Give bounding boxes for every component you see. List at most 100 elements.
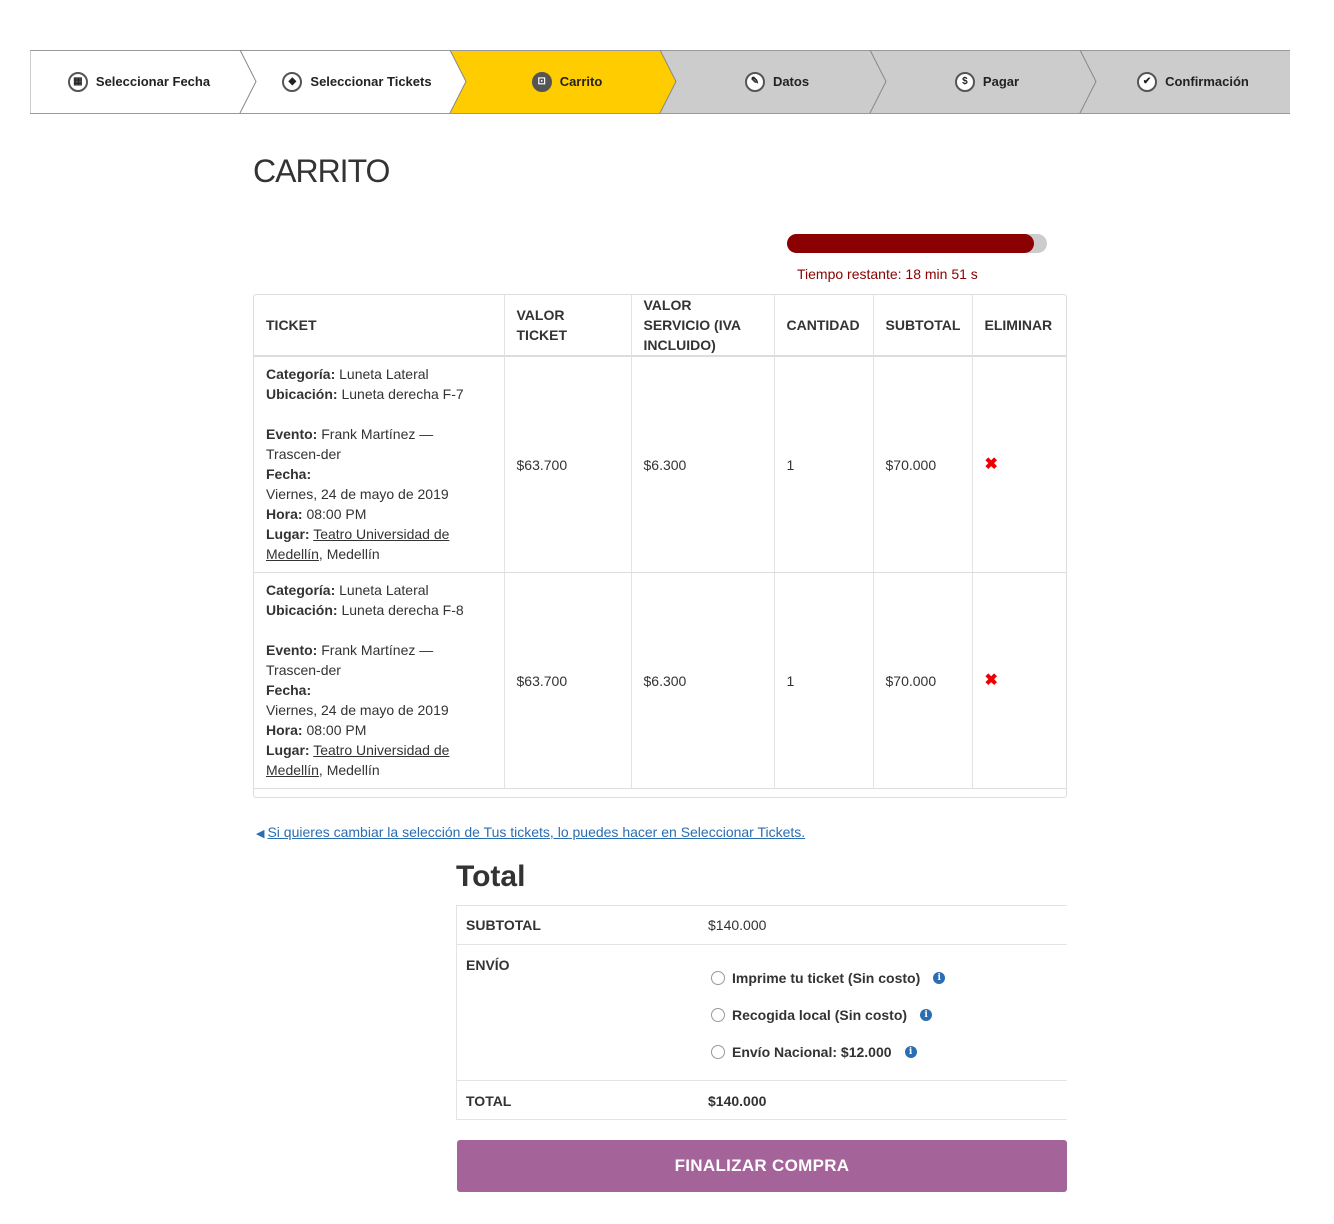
- shipping-radio-pickup[interactable]: [711, 1008, 725, 1022]
- shipping-option-national[interactable]: Envío Nacional: $12.000 i: [711, 1044, 917, 1060]
- step-label[interactable]: Seleccionar Fecha: [96, 74, 210, 89]
- field-value: 08:00 PM: [306, 722, 367, 738]
- timer-progress-fill: [787, 234, 1034, 253]
- field-label: Evento:: [266, 426, 318, 442]
- shipping-label: ENVÍO: [466, 957, 510, 973]
- step-label: Carrito: [559, 74, 603, 89]
- field-value: Luneta derecha F-8: [341, 602, 464, 618]
- dollar-icon: $: [954, 71, 975, 92]
- subtotal-row: SUBTOTAL $140.000: [457, 905, 1067, 944]
- change-tickets-link[interactable]: ◀ Si quieres cambiar la selección de Tus …: [256, 824, 805, 840]
- info-icon[interactable]: i: [920, 1009, 933, 1021]
- shipping-option-print[interactable]: Imprime tu ticket (Sin costo) i: [711, 970, 946, 986]
- shipping-option-label[interactable]: Recogida local (Sin costo): [732, 1007, 907, 1023]
- tags-icon: ◆: [282, 71, 303, 92]
- remove-icon[interactable]: ✖: [985, 456, 998, 473]
- ticket-details: Categoría: Luneta Lateral Ubicación: Lun…: [254, 572, 505, 789]
- header-subtotal: SUBTOTAL: [873, 295, 973, 357]
- subtotal-cell: $70.000: [873, 356, 973, 573]
- field-value: 08:00 PM: [306, 506, 367, 522]
- cart-table-container: TICKET VALOR TICKET VALOR SERVICIO (IVA …: [253, 294, 1067, 798]
- cantidad-cell: 1: [774, 572, 874, 789]
- field-label: Ubicación:: [266, 602, 338, 618]
- total-row: TOTAL $140.000: [457, 1080, 1067, 1120]
- step-label[interactable]: Seleccionar Tickets: [310, 74, 431, 89]
- step-6: ✔ Confirmación: [1096, 50, 1290, 113]
- field-value: Luneta Lateral: [339, 582, 429, 598]
- ticket-ubicacion: Ubicación: Luneta derecha F-8: [266, 600, 492, 620]
- total-label: TOTAL: [466, 1093, 512, 1109]
- subtotal-label: SUBTOTAL: [466, 917, 541, 933]
- field-value: , Medellín: [318, 546, 380, 562]
- header-valor-ticket: VALOR TICKET: [504, 295, 632, 357]
- cart-table: TICKET VALOR TICKET VALOR SERVICIO (IVA …: [254, 295, 1066, 789]
- field-value: Luneta Lateral: [339, 366, 429, 382]
- ticket-categoria: Categoría: Luneta Lateral: [266, 364, 492, 384]
- field-label: Fecha:: [266, 682, 312, 698]
- step-1[interactable]: ▦ Seleccionar Fecha: [30, 50, 248, 113]
- shipping-radio-national[interactable]: [711, 1045, 725, 1059]
- field-label: Categoría:: [266, 582, 336, 598]
- ticket-lugar: Lugar: Teatro Universidad de Medellín, M…: [266, 740, 492, 780]
- calendar-icon: ▦: [67, 71, 88, 92]
- page-title: CARRITO: [253, 153, 390, 189]
- ticket-hora: Hora: 08:00 PM: [266, 504, 492, 524]
- valor-ticket-cell: $63.700: [504, 572, 632, 789]
- cart-header-row: TICKET VALOR TICKET VALOR SERVICIO (IVA …: [254, 295, 1066, 357]
- step-label: Datos: [772, 74, 810, 89]
- step-label: Pagar: [982, 74, 1020, 89]
- timer-text: Tiempo restante: 18 min 51 s: [797, 266, 978, 282]
- cantidad-cell: 1: [774, 356, 874, 573]
- totals-title: Total: [456, 860, 526, 893]
- shipping-radio-print[interactable]: [711, 971, 725, 985]
- cart-row: Categoría: Luneta Lateral Ubicación: Lun…: [254, 572, 1066, 789]
- remove-icon[interactable]: ✖: [985, 672, 998, 689]
- field-label: Lugar:: [266, 526, 310, 542]
- total-value: $140.000: [708, 1093, 767, 1109]
- ticket-fecha-label: Fecha:: [266, 680, 492, 700]
- eliminar-cell: ✖: [972, 356, 1066, 573]
- ticket-ubicacion: Ubicación: Luneta derecha F-7: [266, 384, 492, 404]
- finalize-purchase-button[interactable]: FINALIZAR COMPRA: [457, 1140, 1067, 1192]
- caret-left-icon: ◀: [256, 828, 265, 840]
- valor-ticket-cell: $63.700: [504, 356, 632, 573]
- checkout-steps: ▦ Seleccionar Fecha ◆ Seleccionar Tickets ⊡ C…: [30, 50, 1290, 114]
- field-value: , Medellín: [318, 762, 380, 778]
- info-icon[interactable]: i: [933, 972, 946, 984]
- shipping-option-label[interactable]: Imprime tu ticket (Sin costo): [732, 970, 920, 986]
- totals-table: SUBTOTAL $140.000 ENVÍO Imprime tu ticke…: [456, 905, 1067, 1120]
- change-tickets-link-text[interactable]: Si quieres cambiar la selección de Tus t…: [267, 824, 805, 840]
- step-2[interactable]: ◆ Seleccionar Tickets: [256, 50, 458, 113]
- field-label: Hora:: [266, 722, 303, 738]
- subtotal-value: $140.000: [708, 917, 767, 933]
- cart-row: Categoría: Luneta Lateral Ubicación: Lun…: [254, 356, 1066, 573]
- subtotal-cell: $70.000: [873, 572, 973, 789]
- ticket-categoria: Categoría: Luneta Lateral: [266, 580, 492, 600]
- header-ticket: TICKET: [254, 295, 505, 357]
- ticket-details: Categoría: Luneta Lateral Ubicación: Lun…: [254, 356, 505, 573]
- field-label: Hora:: [266, 506, 303, 522]
- shipping-row: ENVÍO Imprime tu ticket (Sin costo) i Re…: [457, 944, 1067, 1080]
- field-label: Evento:: [266, 642, 318, 658]
- eliminar-cell: ✖: [972, 572, 1066, 789]
- field-label: Lugar:: [266, 742, 310, 758]
- shipping-option-pickup[interactable]: Recogida local (Sin costo) i: [711, 1007, 933, 1023]
- step-label: Confirmación: [1165, 74, 1249, 89]
- step-3: ⊡ Carrito: [466, 50, 668, 113]
- header-eliminar: ELIMINAR: [972, 295, 1066, 357]
- ticket-hora: Hora: 08:00 PM: [266, 720, 492, 740]
- ticket-fecha: Viernes, 24 de mayo de 2019: [266, 486, 449, 502]
- step-4: ✎ Datos: [676, 50, 878, 113]
- info-icon[interactable]: i: [904, 1046, 917, 1058]
- field-label: Fecha:: [266, 466, 312, 482]
- header-cantidad: CANTIDAD: [774, 295, 874, 357]
- check-icon: ✔: [1137, 71, 1158, 92]
- ticket-evento: Evento: Frank Martínez — Trascen-der: [266, 640, 492, 680]
- shipping-option-label[interactable]: Envío Nacional: $12.000: [732, 1044, 892, 1060]
- valor-servicio-cell: $6.300: [631, 356, 775, 573]
- timer-progress-bar: [787, 234, 1047, 253]
- pencil-icon: ✎: [744, 71, 765, 92]
- field-label: Ubicación:: [266, 386, 338, 402]
